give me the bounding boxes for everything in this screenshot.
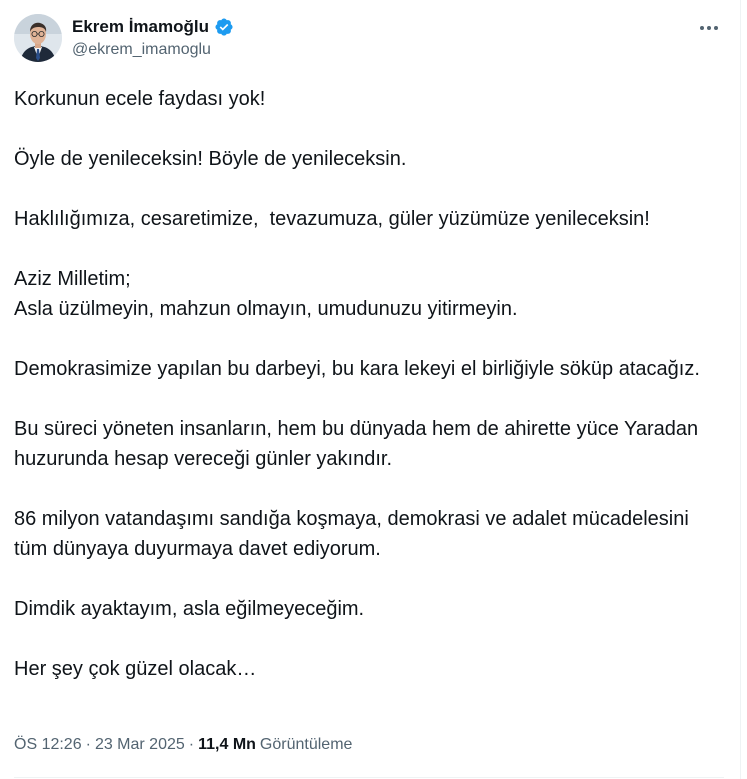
tweet-paragraph: Öyle de yenileceksin! Böyle de yenilecek… [14, 148, 407, 170]
views-label: Görüntüleme [259, 736, 353, 753]
views-count: 11,4 Mn [198, 736, 256, 753]
divider [14, 777, 724, 778]
tweet-paragraph: Haklılığımıza, cesaretimize, tevazumuza,… [14, 208, 650, 230]
tweet-paragraph: 86 milyon vatandaşımı sandığa koşmaya, d… [14, 508, 695, 560]
tweet-card: Ekrem İmamoğlu @ekrem_imamoglu Korkunun … [0, 0, 741, 779]
tweet-paragraph: Dimdik ayaktayım, asla eğilmeyeceğim. [14, 598, 365, 620]
more-horizontal-icon[interactable] [694, 16, 724, 40]
display-name[interactable]: Ekrem İmamoğlu [72, 17, 209, 37]
tweet-date[interactable]: 23 Mar 2025 [95, 736, 185, 754]
meta-separator: · [85, 736, 91, 753]
tweet-paragraph: Her şey çok güzel olacak… [14, 658, 257, 680]
display-name-row: Ekrem İmamoğlu [72, 16, 234, 38]
tweet-paragraph: Aziz Milletim; Asla üzülmeyin, mahzun ol… [14, 268, 518, 320]
tweet-paragraph: Demokrasimize yapılan bu darbeyi, bu kar… [14, 358, 700, 380]
author-handle[interactable]: @ekrem_imamoglu [72, 41, 234, 59]
meta-separator: · [188, 736, 195, 753]
tweet-meta: ÖS 12:26 · 23 Mar 2025 · 11,4 Mn Görüntü… [14, 734, 352, 756]
avatar[interactable] [14, 14, 62, 62]
tweet-paragraph: Korkunun ecele faydası yok! [14, 88, 266, 110]
tweet-text: Korkunun ecele faydası yok! Öyle de yeni… [14, 84, 714, 714]
tweet-paragraph: Bu süreci yöneten insanların, hem bu dün… [14, 418, 704, 470]
verified-badge-icon[interactable] [214, 17, 234, 37]
avatar-image [14, 14, 62, 62]
author-names: Ekrem İmamoğlu @ekrem_imamoglu [72, 16, 234, 59]
tweet-time[interactable]: ÖS 12:26 [14, 736, 82, 754]
tweet-header: Ekrem İmamoğlu @ekrem_imamoglu [14, 14, 724, 66]
